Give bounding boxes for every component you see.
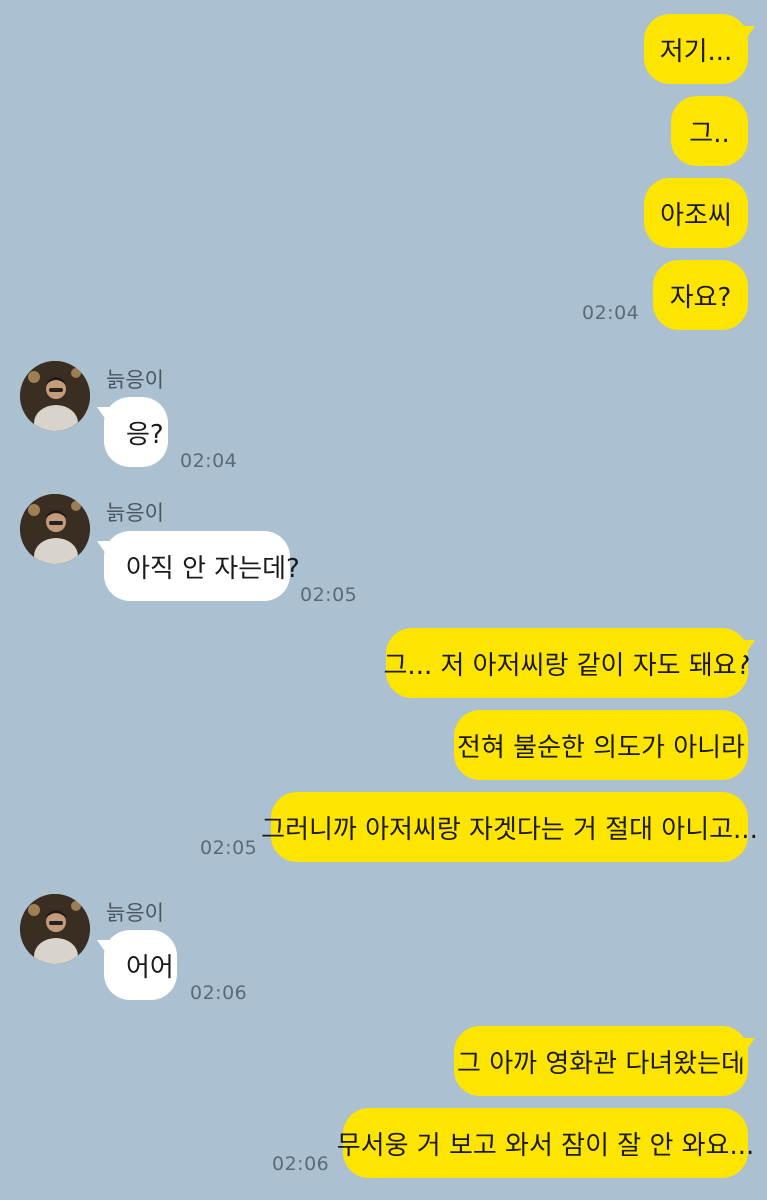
sender-name: 늙응이 (106, 901, 164, 925)
outgoing-message[interactable]: 아조씨 (644, 178, 748, 248)
message-time: 02:06 (190, 982, 248, 1004)
outgoing-message[interactable]: 그... 저 아저씨랑 같이 자도 돼요? (384, 628, 750, 698)
message-time: 02:04 (180, 450, 238, 472)
message-time: 02:05 (200, 837, 258, 859)
message-time: 02:05 (300, 584, 358, 606)
message-time: 02:04 (582, 302, 640, 324)
sender-name: 늙응이 (106, 368, 164, 392)
incoming-message[interactable]: 아직 안 자는데? (104, 531, 300, 601)
incoming-message[interactable]: 어어 (104, 930, 177, 1000)
sender-name: 늙응이 (106, 501, 164, 525)
outgoing-message[interactable]: 그 아까 영화관 다녀왔는데 (454, 1026, 748, 1096)
profile-photo-icon (20, 894, 90, 964)
message-time: 02:06 (272, 1153, 330, 1175)
profile-photo-icon (20, 361, 90, 431)
avatar[interactable] (20, 361, 90, 431)
outgoing-message[interactable]: 그러니까 아저씨랑 자겟다는 거 절대 아니고... (261, 792, 758, 862)
avatar[interactable] (20, 494, 90, 564)
incoming-message[interactable]: 응? (104, 397, 168, 467)
outgoing-message[interactable]: 자요? (653, 260, 748, 330)
chat-area[interactable]: 저기... 그.. 아조씨 자요? 02:04 늙응이 응? 02:04 늙응이… (0, 0, 767, 1200)
outgoing-message[interactable]: 무서웅 거 보고 와서 잠이 잘 안 와요... (337, 1108, 754, 1178)
outgoing-message[interactable]: 저기... (644, 14, 748, 84)
outgoing-message[interactable]: 전혀 불순한 의도가 아니라 (454, 710, 748, 780)
profile-photo-icon (20, 494, 90, 564)
outgoing-message[interactable]: 그.. (671, 96, 748, 166)
avatar[interactable] (20, 894, 90, 964)
